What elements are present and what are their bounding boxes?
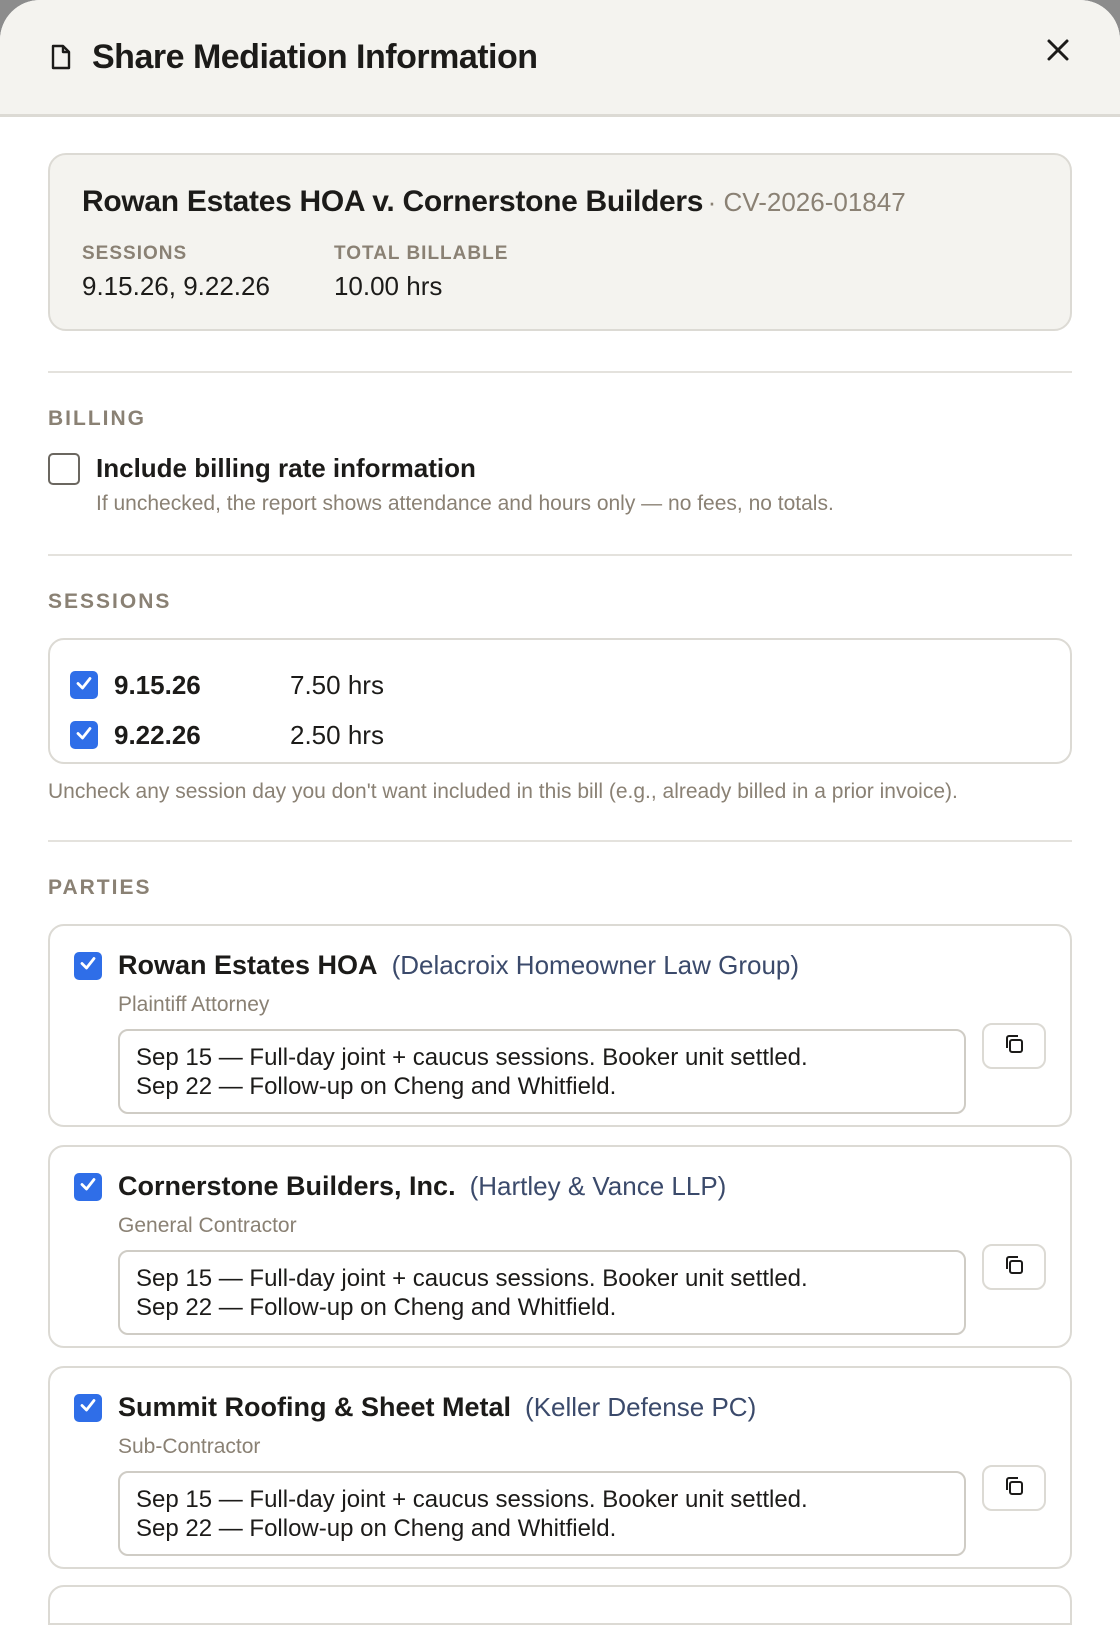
checkmark-icon bbox=[75, 674, 93, 697]
party-card-partial bbox=[48, 1585, 1072, 1625]
document-icon bbox=[50, 44, 72, 70]
divider bbox=[48, 371, 1072, 373]
dialog-title: Share Mediation Information bbox=[92, 37, 538, 76]
session-checkbox[interactable] bbox=[70, 721, 98, 749]
party-firm: (Delacroix Homeowner Law Group) bbox=[391, 950, 800, 980]
party-firm: (Hartley & Vance LLP) bbox=[469, 1171, 727, 1201]
copy-icon bbox=[1003, 1475, 1025, 1502]
session-checkbox[interactable] bbox=[70, 671, 98, 699]
case-summary-card: Rowan Estates HOA v. Cornerstone Builder… bbox=[48, 153, 1072, 331]
close-icon bbox=[1046, 38, 1070, 67]
total-billable-summary: TOTAL BILLABLE 10.00 hrs bbox=[334, 243, 508, 302]
sessions-summary-label: SESSIONS bbox=[82, 243, 188, 264]
party-checkbox[interactable] bbox=[74, 1393, 102, 1422]
sessions-summary: SESSIONS 9.15.26, 9.22.26 bbox=[82, 243, 270, 302]
copy-icon bbox=[1003, 1033, 1025, 1060]
dialog-header: Share Mediation Information bbox=[0, 0, 1120, 117]
divider bbox=[48, 554, 1072, 556]
sessions-help-text: Uncheck any session day you don't want i… bbox=[48, 780, 958, 803]
billing-help-text: If unchecked, the report shows attendanc… bbox=[96, 492, 834, 515]
sessions-summary-value: 9.15.26, 9.22.26 bbox=[82, 271, 270, 301]
dialog-body: Rowan Estates HOA v. Cornerstone Builder… bbox=[0, 117, 1120, 1625]
party-card: Rowan Estates HOA (Delacroix Homeowner L… bbox=[48, 924, 1072, 1127]
session-date: 9.22.26 bbox=[114, 719, 201, 750]
session-row: 9.22.26 2.50 hrs bbox=[70, 710, 1050, 760]
party-notes-textarea[interactable] bbox=[118, 1250, 966, 1335]
party-role: Plaintiff Attorney bbox=[118, 993, 270, 1016]
copy-button[interactable] bbox=[982, 1244, 1046, 1290]
party-card: Summit Roofing & Sheet Metal (Keller Def… bbox=[48, 1366, 1072, 1569]
checkmark-icon bbox=[79, 1396, 97, 1419]
parties-section-label: PARTIES bbox=[48, 876, 152, 899]
total-billable-label: TOTAL BILLABLE bbox=[333, 243, 509, 264]
party-firm: (Keller Defense PC) bbox=[525, 1392, 757, 1422]
billing-rate-label[interactable]: Include billing rate information bbox=[96, 453, 834, 484]
party-notes-textarea[interactable] bbox=[118, 1029, 966, 1114]
share-mediation-dialog: Share Mediation Information Rowan Estate… bbox=[0, 0, 1120, 1640]
total-billable-value: 10.00 hrs bbox=[333, 271, 443, 301]
checkmark-icon bbox=[79, 1175, 97, 1198]
checkmark-icon bbox=[75, 724, 93, 747]
close-button[interactable] bbox=[1036, 30, 1080, 74]
billing-option: Include billing rate information If unch… bbox=[48, 453, 1072, 516]
party-notes-textarea[interactable] bbox=[118, 1471, 966, 1556]
copy-button[interactable] bbox=[982, 1023, 1046, 1069]
sessions-list: 9.15.26 7.50 hrs 9.22.26 2.50 hrs bbox=[48, 638, 1072, 764]
case-title: Rowan Estates HOA v. Cornerstone Builder… bbox=[82, 185, 704, 218]
session-hours: 2.50 hrs bbox=[290, 719, 384, 750]
party-role: Sub-Contractor bbox=[118, 1435, 261, 1458]
session-hours: 7.50 hrs bbox=[290, 669, 384, 700]
billing-rate-checkbox[interactable] bbox=[48, 453, 80, 485]
session-row: 9.15.26 7.50 hrs bbox=[70, 660, 1050, 710]
party-name: Summit Roofing & Sheet Metal bbox=[118, 1392, 512, 1422]
party-checkbox[interactable] bbox=[74, 951, 102, 980]
divider bbox=[48, 840, 1072, 842]
party-name: Rowan Estates HOA bbox=[118, 950, 378, 980]
billing-section-label: BILLING bbox=[48, 407, 146, 430]
party-checkbox[interactable] bbox=[74, 1172, 102, 1201]
party-name: Cornerstone Builders, Inc. bbox=[118, 1171, 456, 1201]
copy-button[interactable] bbox=[982, 1465, 1046, 1511]
case-number: · CV-2026-01847 bbox=[707, 187, 906, 217]
sessions-section-label: SESSIONS bbox=[48, 590, 172, 613]
party-role: General Contractor bbox=[118, 1214, 297, 1237]
checkmark-icon bbox=[79, 954, 97, 977]
copy-icon bbox=[1003, 1254, 1025, 1281]
session-date: 9.15.26 bbox=[114, 669, 201, 700]
party-card: Cornerstone Builders, Inc. (Hartley & Va… bbox=[48, 1145, 1072, 1348]
